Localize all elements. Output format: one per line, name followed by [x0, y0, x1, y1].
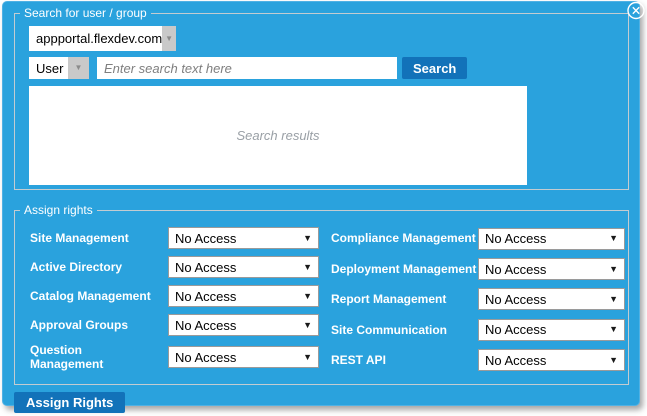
dropdown-arrow-icon: ▼ [609, 295, 618, 304]
rights-label-compliance-management: Compliance Management [331, 231, 475, 245]
assign-rights-legend: Assign rights [20, 203, 97, 217]
access-select-approval-groups[interactable]: No Access ▼ [168, 314, 319, 336]
rights-label-catalog-management: Catalog Management [30, 289, 156, 303]
access-select-value: No Access [175, 260, 236, 275]
rights-label-site-management: Site Management [30, 231, 156, 245]
dropdown-arrow-icon: ▼ [303, 292, 312, 301]
access-select-compliance-management[interactable]: No Access ▼ [478, 228, 625, 250]
rights-label-deployment-management: Deployment Management [331, 262, 475, 276]
access-select-rest-api[interactable]: No Access ▼ [478, 349, 625, 371]
access-select-value: No Access [175, 289, 236, 304]
access-select-active-directory[interactable]: No Access ▼ [168, 256, 319, 278]
access-select-site-management[interactable]: No Access ▼ [168, 227, 319, 249]
access-select-value: No Access [485, 322, 546, 337]
rights-label-approval-groups: Approval Groups [30, 318, 156, 332]
search-type-dropdown[interactable]: User ▼ [29, 57, 89, 79]
search-results-placeholder: Search results [236, 128, 319, 143]
dropdown-arrow-icon: ▼ [75, 64, 83, 72]
access-select-site-communication[interactable]: No Access ▼ [478, 319, 625, 341]
domain-dropdown[interactable]: appportal.flexdev.com ▼ [29, 26, 176, 51]
search-type-arrow-button[interactable]: ▼ [68, 57, 89, 79]
search-results-list[interactable]: Search results [29, 86, 527, 185]
domain-dropdown-value: appportal.flexdev.com [29, 26, 162, 51]
rights-column-right: Compliance Management No Access ▼ Deploy… [331, 227, 625, 372]
access-select-value: No Access [485, 231, 546, 246]
dropdown-arrow-icon: ▼ [609, 325, 618, 334]
assign-rights-group: Assign rights Site Management No Access … [14, 203, 629, 385]
access-select-value: No Access [175, 318, 236, 333]
access-select-value: No Access [175, 350, 236, 365]
rights-label-active-directory: Active Directory [30, 260, 156, 274]
rights-label-site-communication: Site Communication [331, 323, 475, 337]
close-icon[interactable] [626, 1, 646, 21]
access-select-value: No Access [485, 353, 546, 368]
rights-column-left: Site Management No Access ▼ Active Direc… [30, 227, 319, 372]
assign-rights-dialog: Search for user / group appportal.flexde… [2, 1, 640, 406]
access-select-deployment-management[interactable]: No Access ▼ [478, 258, 625, 280]
search-type-value: User [29, 57, 68, 79]
dropdown-arrow-icon: ▼ [609, 356, 618, 365]
search-button[interactable]: Search [402, 57, 467, 79]
dropdown-arrow-icon: ▼ [303, 234, 312, 243]
access-select-report-management[interactable]: No Access ▼ [478, 288, 625, 310]
access-select-question-management[interactable]: No Access ▼ [168, 346, 319, 368]
dropdown-arrow-icon: ▼ [165, 35, 173, 43]
rights-label-report-management: Report Management [331, 292, 475, 306]
dropdown-arrow-icon: ▼ [609, 234, 618, 243]
access-select-value: No Access [485, 292, 546, 307]
assign-rights-button[interactable]: Assign Rights [14, 392, 125, 413]
access-select-value: No Access [485, 262, 546, 277]
search-input[interactable] [97, 57, 397, 79]
rights-label-question-management: Question Management [30, 343, 156, 372]
domain-dropdown-arrow-button[interactable]: ▼ [162, 26, 176, 51]
rights-label-rest-api: REST API [331, 353, 475, 367]
access-select-catalog-management[interactable]: No Access ▼ [168, 285, 319, 307]
dropdown-arrow-icon: ▼ [303, 263, 312, 272]
search-group: Search for user / group appportal.flexde… [14, 6, 629, 190]
dropdown-arrow-icon: ▼ [609, 265, 618, 274]
search-group-legend: Search for user / group [20, 6, 151, 20]
access-select-value: No Access [175, 231, 236, 246]
dropdown-arrow-icon: ▼ [303, 321, 312, 330]
rights-columns: Site Management No Access ▼ Active Direc… [30, 227, 628, 372]
dropdown-arrow-icon: ▼ [303, 353, 312, 362]
search-row: User ▼ Search [29, 57, 628, 79]
